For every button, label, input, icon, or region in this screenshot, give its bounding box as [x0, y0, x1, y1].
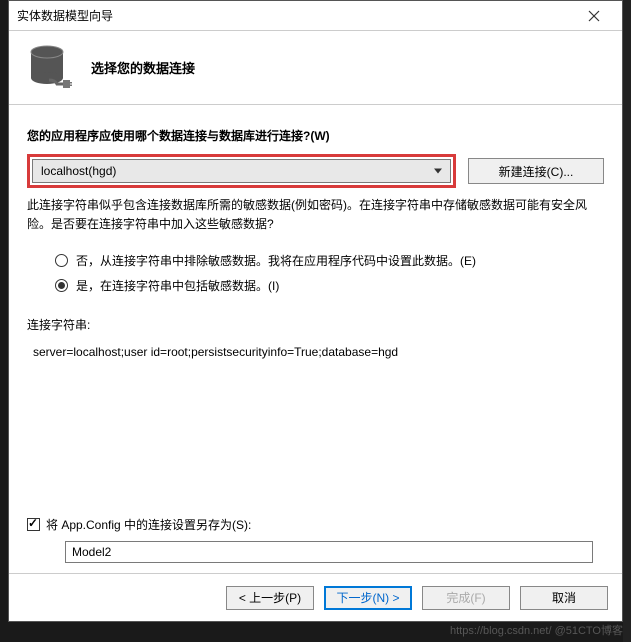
radio-icon [55, 279, 68, 292]
close-icon [588, 10, 600, 22]
watermark: https://blog.csdn.net/ @51CTO博客 [450, 622, 623, 638]
new-connection-label: 新建连接(C)... [499, 163, 574, 180]
wizard-footer: < 上一步(P) 下一步(N) > 完成(F) 取消 [9, 573, 622, 621]
save-config-row[interactable]: 将 App.Config 中的连接设置另存为(S): [27, 516, 604, 533]
radio-exclude-label: 否，从连接字符串中排除敏感数据。我将在应用程序代码中设置此数据。(E) [76, 252, 476, 269]
wizard-header: 选择您的数据连接 [9, 31, 622, 105]
database-icon [29, 44, 73, 92]
cancel-button[interactable]: 取消 [520, 586, 608, 610]
close-button[interactable] [574, 2, 614, 30]
previous-button[interactable]: < 上一步(P) [226, 586, 314, 610]
connection-question-label: 您的应用程序应使用哪个数据连接与数据库进行连接?(W) [27, 127, 604, 144]
radio-icon [55, 254, 68, 267]
finish-button: 完成(F) [422, 586, 510, 610]
window-title: 实体数据模型向导 [17, 7, 574, 24]
new-connection-button[interactable]: 新建连接(C)... [468, 158, 604, 184]
sensitive-data-warning: 此连接字符串似乎包含连接数据库所需的敏感数据(例如密码)。在连接字符串中存储敏感… [27, 196, 604, 234]
wizard-step-title: 选择您的数据连接 [91, 58, 195, 77]
connection-string-value: server=localhost;user id=root;persistsec… [33, 345, 604, 359]
save-config-label: 将 App.Config 中的连接设置另存为(S): [46, 516, 251, 533]
save-config-checkbox[interactable] [27, 518, 40, 531]
wizard-content: 您的应用程序应使用哪个数据连接与数据库进行连接?(W) localhost(hg… [9, 105, 622, 573]
sensitive-data-radio-group: 否，从连接字符串中排除敏感数据。我将在应用程序代码中设置此数据。(E) 是，在连… [55, 244, 604, 302]
connection-select-highlight: localhost(hgd) [27, 154, 456, 188]
wizard-dialog: 实体数据模型向导 选择您的数据连接 您的应用程序应使用哪个数据连接与数据库进行连… [8, 0, 623, 622]
radio-exclude-sensitive[interactable]: 否，从连接字符串中排除敏感数据。我将在应用程序代码中设置此数据。(E) [55, 252, 604, 269]
connection-string-label: 连接字符串: [27, 316, 604, 333]
config-name-input[interactable] [65, 541, 593, 563]
next-button[interactable]: 下一步(N) > [324, 586, 412, 610]
connection-dropdown[interactable]: localhost(hgd) [32, 159, 451, 183]
radio-include-sensitive[interactable]: 是，在连接字符串中包括敏感数据。(I) [55, 277, 604, 294]
connection-selected-value: localhost(hgd) [41, 164, 116, 178]
titlebar: 实体数据模型向导 [9, 1, 622, 31]
radio-include-label: 是，在连接字符串中包括敏感数据。(I) [76, 277, 279, 294]
